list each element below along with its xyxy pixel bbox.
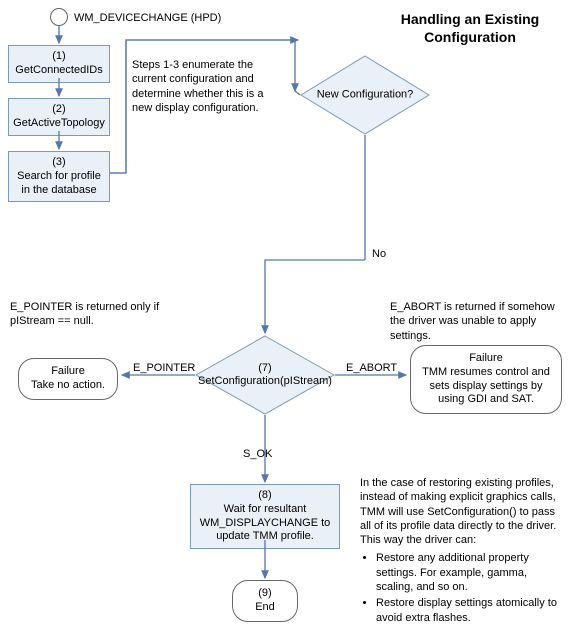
edge-epointer: E_POINTER	[133, 362, 195, 374]
decision-7-label: SetConfiguration(pIStream)	[198, 375, 332, 387]
note-restore-intro: In the case of restoring existing profil…	[360, 477, 556, 546]
note-restore-bullet-2: Restore display settings atomically to a…	[376, 596, 565, 625]
failure-left-text: Take no action.	[31, 379, 105, 391]
step-2-num: (2)	[52, 103, 65, 115]
step-8-box: (8) Wait for resultant WM_DISPLAYCHANGE …	[190, 484, 340, 549]
decision-7-num: (7)	[258, 362, 271, 374]
note-eabort: E_ABORT is returned if somehow the drive…	[390, 300, 570, 343]
page-title: Handling an Existing Configuration	[370, 10, 570, 46]
step-1-label: GetConnectedIDs	[15, 64, 102, 76]
decision-new-config-label: New Configuration?	[300, 88, 430, 101]
step-3-label: Search for profile in the database	[17, 170, 101, 196]
terminator-failure-right: Failure TMM resumes control and sets dis…	[410, 345, 562, 414]
note-epointer: E_POINTER is returned only if pIStream =…	[10, 300, 175, 329]
decision-setconfig: (7) SetConfiguration(pIStream)	[195, 335, 335, 415]
start-event-label: WM_DEVICECHANGE (HPD)	[74, 12, 221, 24]
note-steps-1-3: Steps 1-3 enumerate the current configur…	[132, 58, 282, 115]
failure-right-title: Failure	[469, 352, 503, 364]
step-8-label: Wait for resultant WM_DISPLAYCHANGE to u…	[200, 503, 331, 543]
end-label: End	[255, 601, 275, 613]
note-restore-bullet-1: Restore any additional property settings…	[376, 551, 565, 594]
step-2-label: GetActiveTopology	[13, 117, 105, 129]
note-restore: In the case of restoring existing profil…	[360, 476, 565, 627]
decision-setconfig-label: (7) SetConfiguration(pIStream)	[195, 362, 335, 388]
note-restore-list: Restore any additional property settings…	[360, 551, 565, 624]
step-3-num: (3)	[52, 156, 65, 168]
step-1-num: (1)	[52, 50, 65, 62]
terminator-end: (9) End	[232, 580, 298, 622]
decision-new-config: New Configuration?	[300, 55, 430, 135]
step-8-num: (8)	[258, 489, 271, 501]
title-line1: Handling an Existing	[401, 11, 539, 27]
end-num: (9)	[258, 587, 271, 599]
step-1-box: (1) GetConnectedIDs	[8, 45, 110, 83]
step-2-box: (2) GetActiveTopology	[8, 98, 110, 136]
terminator-failure-left: Failure Take no action.	[18, 358, 118, 400]
failure-right-text: TMM resumes control and sets display set…	[422, 366, 550, 406]
edge-sok: S_OK	[243, 448, 272, 460]
edge-no: No	[372, 248, 386, 260]
start-event-circle	[50, 8, 68, 26]
edge-eabort: E_ABORT	[346, 362, 397, 374]
title-line2: Configuration	[424, 29, 516, 45]
step-3-box: (3) Search for profile in the database	[8, 151, 110, 202]
failure-left-title: Failure	[51, 365, 85, 377]
